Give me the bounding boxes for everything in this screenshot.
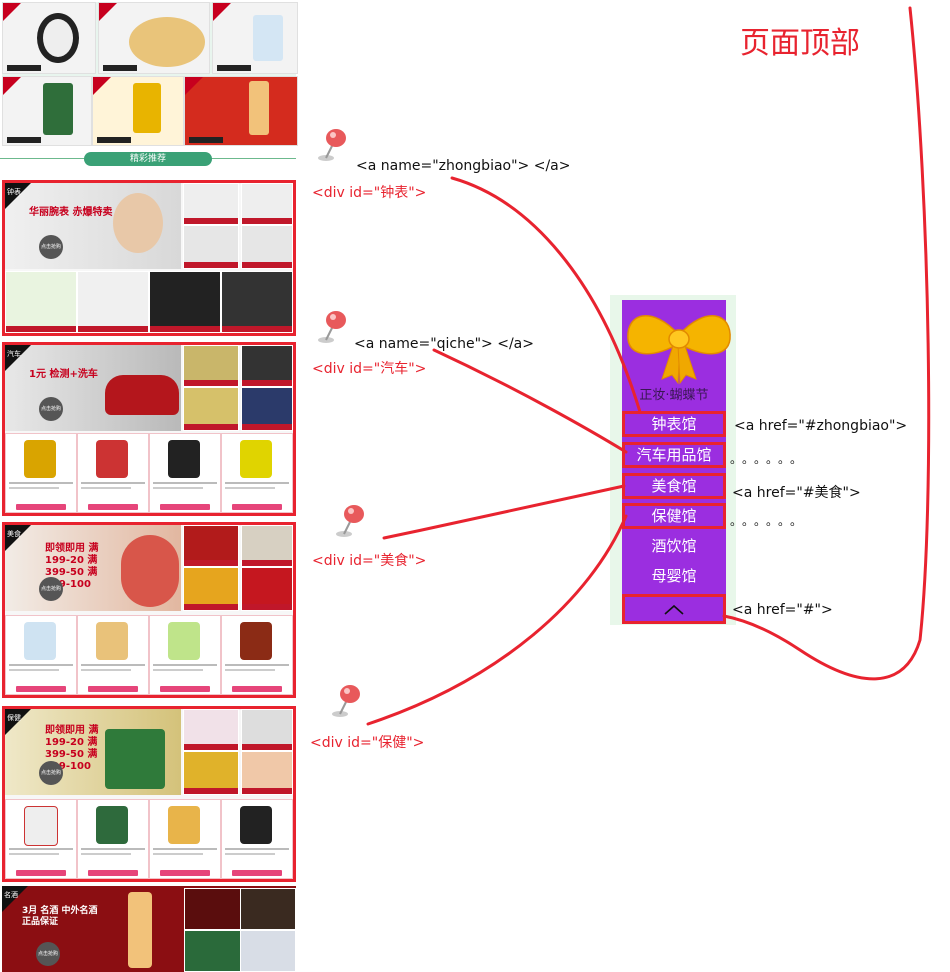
connector-lines bbox=[366, 6, 931, 726]
connector-watch bbox=[450, 176, 642, 414]
connector-car bbox=[432, 348, 628, 454]
connector-top bbox=[722, 6, 931, 681]
connector-food bbox=[382, 484, 626, 540]
connector-health bbox=[366, 514, 628, 726]
